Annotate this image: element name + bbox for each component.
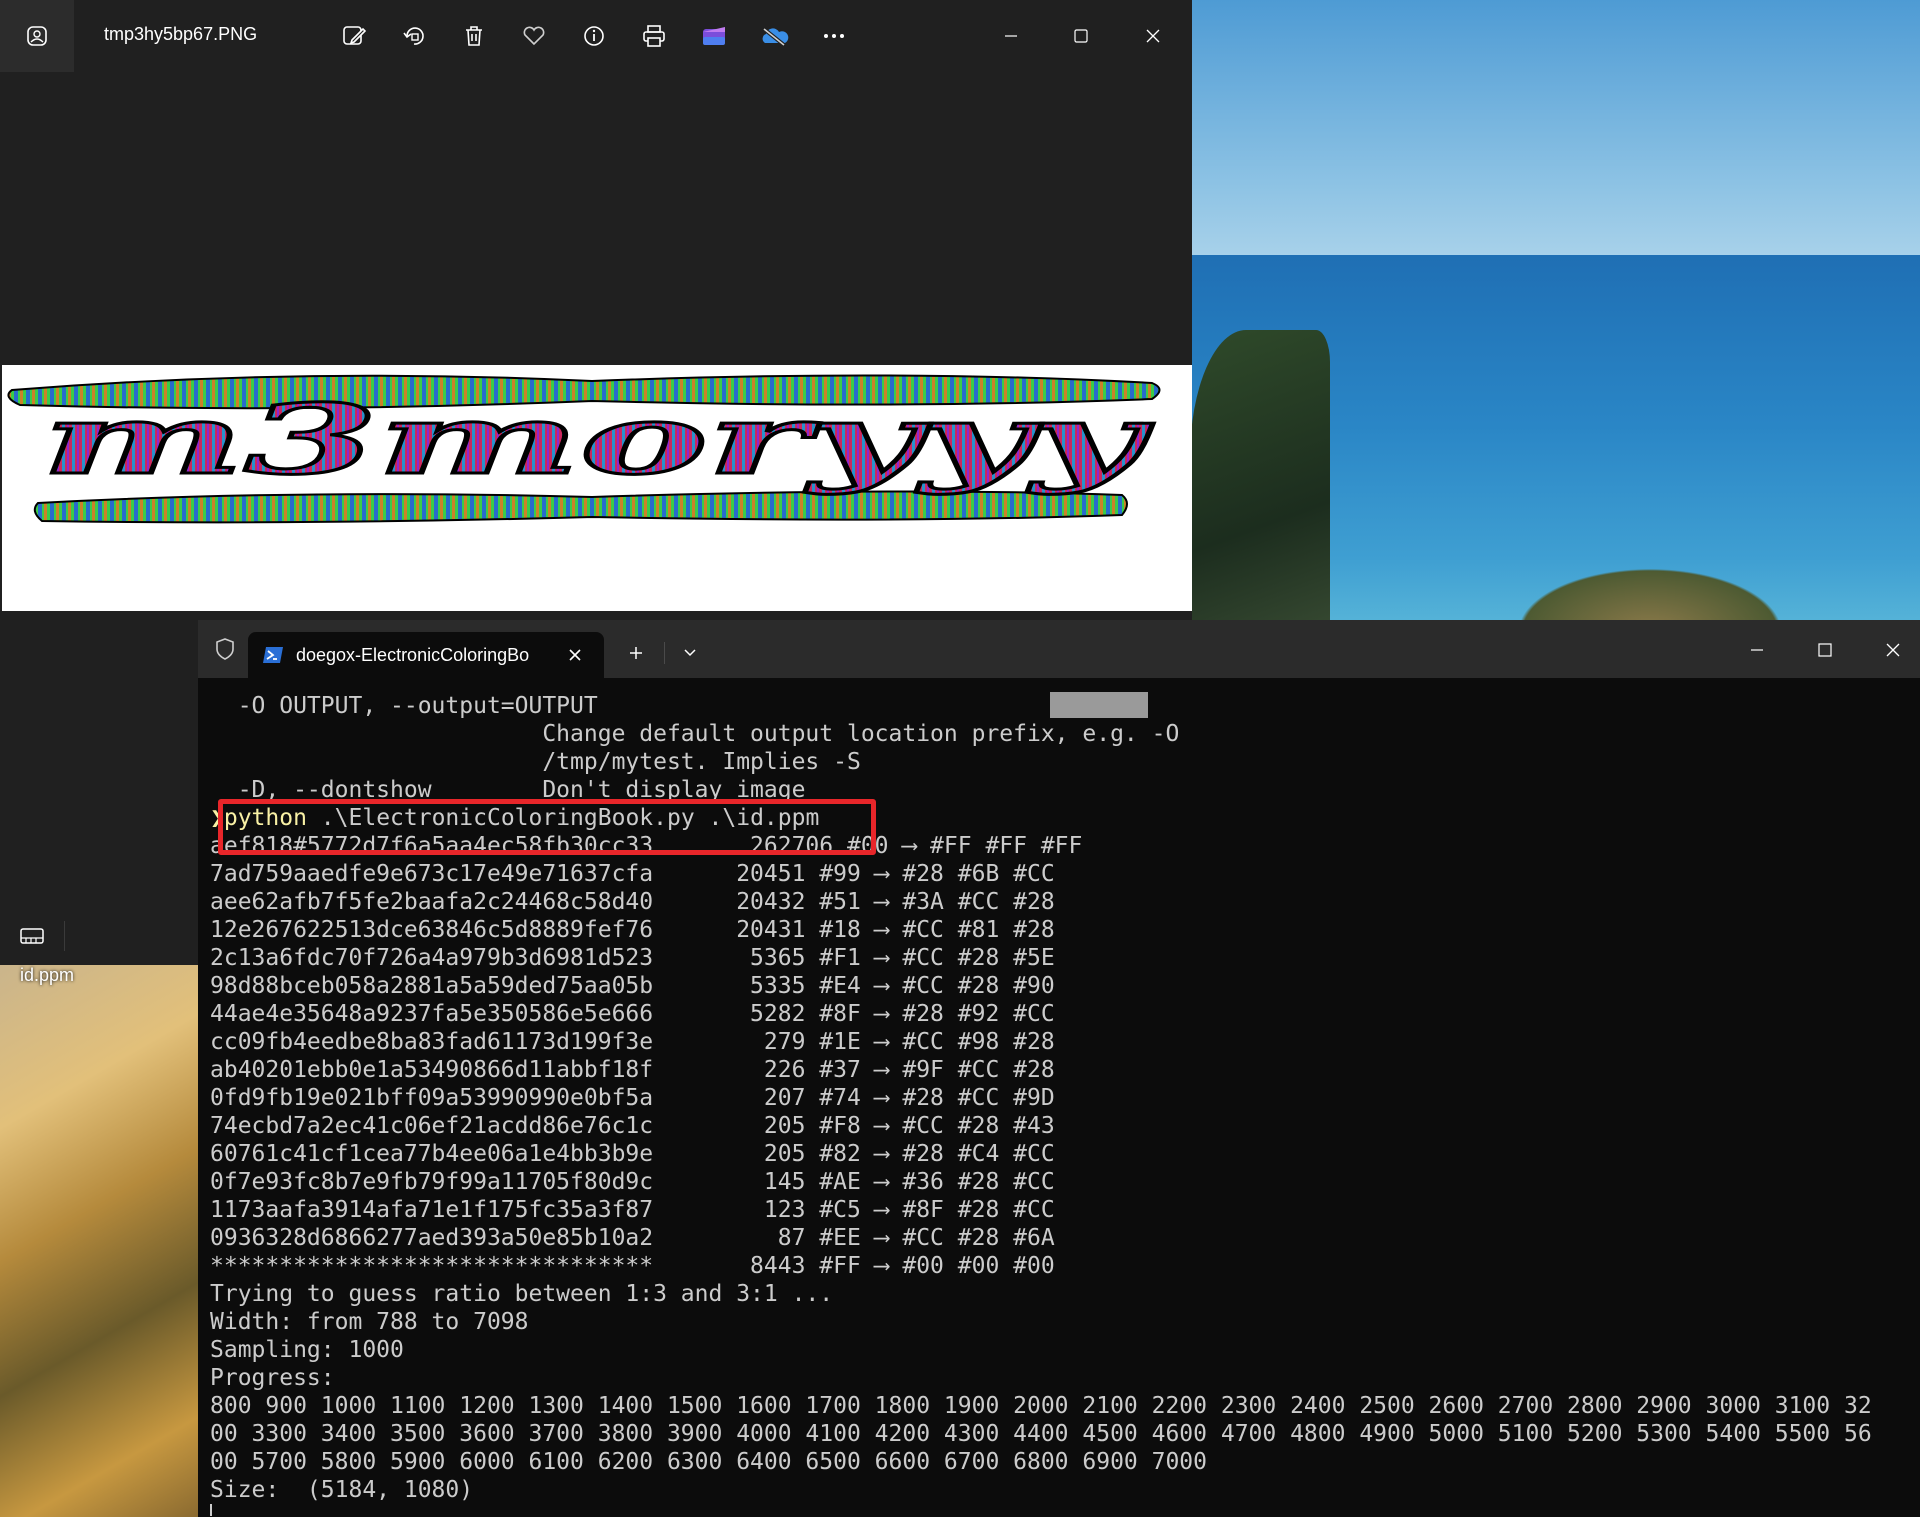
photos-bottom-bar (0, 905, 200, 965)
powershell-icon (262, 646, 284, 664)
terminal-line: -O OUTPUT, --output=OUTPUT (210, 693, 598, 719)
info-icon[interactable] (576, 18, 612, 54)
terminal-line: 98d88bceb058a2881a5a59ded75aa05b 5335 #E… (210, 973, 1055, 999)
shield-icon (210, 634, 240, 664)
divider (64, 921, 65, 951)
close-button[interactable] (1130, 18, 1176, 54)
terminal-line: /tmp/mytest. Implies -S (210, 749, 861, 775)
photos-app-icon[interactable] (0, 0, 74, 72)
favorite-icon[interactable] (516, 18, 552, 54)
maximize-button[interactable] (1802, 632, 1848, 668)
terminal-line: 74ecbd7a2ec41c06ef21acdd86e76c1c 205 #F8… (210, 1113, 1055, 1139)
terminal-line: 60761c41cf1cea77b4ee06a1e4bb3b9e 205 #82… (210, 1141, 1055, 1167)
terminal-line: 2c13a6fdc70f726a4a979b3d6981d523 5365 #F… (210, 945, 1055, 971)
terminal-line: cc09fb4eedbe8ba83fad61173d199f3e 279 #1E… (210, 1029, 1055, 1055)
maximize-button[interactable] (1058, 18, 1104, 54)
redaction-box (1050, 692, 1148, 718)
terminal-line: 12e267622513dce63846c5d8889fef76 20431 #… (210, 917, 1055, 943)
text-cursor (210, 1504, 212, 1516)
terminal-line: Change default output location prefix, e… (210, 721, 1180, 747)
terminal-line: ******************************** 8443 #F… (210, 1253, 1055, 1279)
terminal-tab[interactable]: doegox-ElectronicColoringBo (248, 632, 604, 678)
terminal-line: 0936328d6866277aed393a50e85b10a2 87 #EE … (210, 1225, 1055, 1251)
terminal-line: Width: from 788 to 7098 (210, 1309, 529, 1335)
terminal-titlebar: doegox-ElectronicColoringBo (198, 620, 1920, 678)
divider (664, 642, 665, 664)
image-text: m3moryyy (42, 383, 1154, 496)
terminal-line: 1173aafa3914afa71e1f175fc35a3f87 123 #C5… (210, 1197, 1055, 1223)
terminal-line: 44ae4e35648a9237fa5e350586e5e666 5282 #8… (210, 1001, 1055, 1027)
edit-image-icon[interactable] (336, 18, 372, 54)
terminal-output[interactable]: -O OUTPUT, --output=OUTPUT Change defaul… (198, 678, 1920, 1517)
terminal-line: 7ad759aaedfe9e673c17e49e71637cfa 20451 #… (210, 861, 1055, 887)
clipchamp-icon[interactable] (696, 18, 732, 54)
more-icon[interactable] (816, 18, 852, 54)
terminal-line: 00 5700 5800 5900 6000 6100 6200 6300 64… (210, 1449, 1207, 1475)
terminal-line: ab40201ebb0e1a53490866d11abbf18f 226 #37… (210, 1057, 1055, 1083)
terminal-line: 0fd9fb19e021bff09a53990990e0bf5a 207 #74… (210, 1085, 1055, 1111)
new-tab-button[interactable] (616, 636, 656, 670)
terminal-tab-title: doegox-ElectronicColoringBo (296, 645, 530, 665)
terminal-line: Size: (5184, 1080) (210, 1477, 474, 1503)
terminal-line: Sampling: 1000 (210, 1337, 404, 1363)
delete-icon[interactable] (456, 18, 492, 54)
tab-close-icon[interactable] (562, 642, 588, 668)
terminal-line: Trying to guess ratio between 1:3 and 3:… (210, 1281, 834, 1307)
terminal-line: 800 900 1000 1100 1200 1300 1400 1500 16… (210, 1393, 1872, 1419)
terminal-line: Progress: (210, 1365, 335, 1391)
chevron-down-icon[interactable] (672, 636, 708, 670)
minimize-button[interactable] (1734, 632, 1780, 668)
photos-titlebar: tmp3hy5bp67.PNG (0, 0, 1192, 72)
wallpaper-cliff (1190, 330, 1330, 650)
photos-file-title: tmp3hy5bp67.PNG (104, 24, 258, 44)
displayed-image: m3moryyy (2, 365, 1192, 611)
command-highlight-box (218, 799, 876, 855)
onedrive-icon[interactable] (756, 18, 792, 54)
terminal-line: 0f7e93fc8b7e9fb79f99a11705f80d9c 145 #AE… (210, 1169, 1055, 1195)
desktop-icon-label[interactable]: id.ppm (20, 965, 74, 986)
photos-toolbar (336, 18, 852, 54)
terminal-line: aee62afb7f5fe2baafa2c24468c58d40 20432 #… (210, 889, 1055, 915)
print-icon[interactable] (636, 18, 672, 54)
wallpaper-shore (0, 960, 200, 1517)
rotate-icon[interactable] (396, 18, 432, 54)
terminal-window: doegox-ElectronicColoringBo -O OUTPUT, -… (198, 620, 1920, 1517)
terminal-line: 00 3300 3400 3500 3600 3700 3800 3900 40… (210, 1421, 1872, 1447)
filmstrip-icon[interactable] (14, 921, 50, 951)
minimize-button[interactable] (988, 18, 1034, 54)
close-button[interactable] (1870, 632, 1916, 668)
